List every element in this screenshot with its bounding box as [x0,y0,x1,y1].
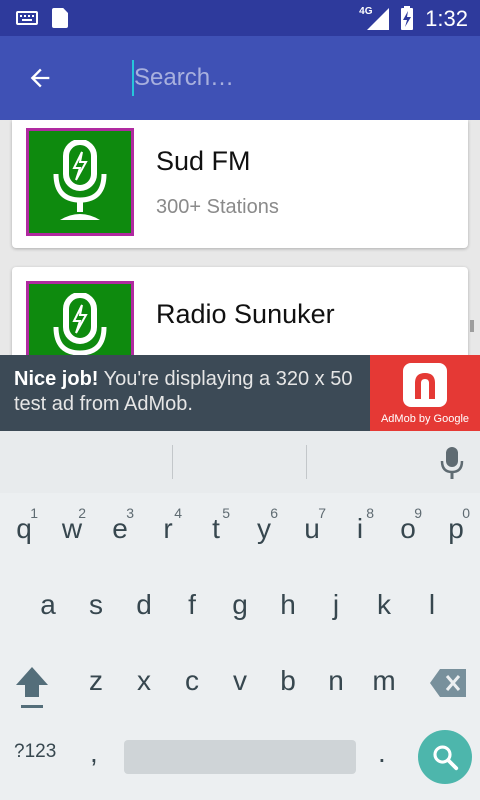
clock: 1:32 [425,6,468,31]
search-key[interactable] [418,730,472,784]
period-key[interactable]: . [378,737,386,769]
station-logo [26,281,134,355]
space-key[interactable] [124,740,356,774]
key-l[interactable]: l [408,575,456,635]
status-bar: 4G 1:32 [0,0,480,36]
key-x[interactable]: x [120,651,168,711]
key-e[interactable]: e3 [96,499,144,559]
key-a[interactable]: a [24,575,72,635]
search-icon [433,745,459,771]
station-card[interactable]: Sud FM 300+ Stations [12,120,468,248]
key-p[interactable]: p0 [432,499,480,559]
ad-banner[interactable]: Nice job! You're displaying a 320 x 50 t… [0,355,480,431]
arrow-back-icon [30,68,50,88]
microphone-icon [53,293,107,355]
key-r[interactable]: r4 [144,499,192,559]
station-logo [26,128,134,236]
key-d[interactable]: d [120,575,168,635]
key-u[interactable]: u7 [288,499,336,559]
key-q[interactable]: q1 [0,499,48,559]
admob-icon [403,363,447,407]
battery-charging-icon [401,6,414,30]
key-k[interactable]: k [360,575,408,635]
key-y[interactable]: y6 [240,499,288,559]
backspace-icon[interactable] [430,669,466,697]
suggestion-bar [0,431,480,493]
network-type: 4G [359,6,373,17]
divider [172,445,173,479]
key-w[interactable]: w2 [48,499,96,559]
key-g[interactable]: g [216,575,264,635]
comma-key[interactable]: , [90,737,98,769]
app-bar [0,36,480,120]
ad-lead: Nice job! [14,368,99,390]
admob-caption: AdMob by Google [380,413,470,425]
key-m[interactable]: m [360,651,408,711]
station-subtitle: 300+ Stations [156,196,279,218]
ad-text: Nice job! You're displaying a 320 x 50 t… [14,367,364,417]
shift-icon[interactable] [14,665,50,711]
key-o[interactable]: o9 [384,499,432,559]
station-title: Radio Sunuker [156,299,335,329]
key-z[interactable]: z [72,651,120,711]
scrollbar[interactable] [470,320,474,332]
soft-keyboard: q1w2e3r4t5y6u7i8o9p0 asdfghjkl zxcvbnm ?12… [0,431,480,800]
admob-logo: AdMob by Google [370,355,480,431]
divider [306,445,307,479]
key-h[interactable]: h [264,575,312,635]
keyboard-icon [16,11,38,25]
search-input[interactable] [132,60,452,96]
microphone-icon [53,140,107,220]
key-s[interactable]: s [72,575,120,635]
signal-icon: 4G [359,6,390,30]
microphone-icon[interactable] [440,445,464,481]
key-f[interactable]: f [168,575,216,635]
station-list[interactable]: Sud FM 300+ Stations Radio Sunuker [0,120,480,355]
symbols-key[interactable]: ?123 [14,741,56,763]
station-card[interactable]: Radio Sunuker [12,267,468,355]
key-t[interactable]: t5 [192,499,240,559]
key-n[interactable]: n [312,651,360,711]
sd-card-icon [52,8,68,28]
back-button[interactable] [20,58,60,98]
key-v[interactable]: v [216,651,264,711]
key-b[interactable]: b [264,651,312,711]
station-title: Sud FM [156,146,251,176]
key-i[interactable]: i8 [336,499,384,559]
key-j[interactable]: j [312,575,360,635]
key-c[interactable]: c [168,651,216,711]
